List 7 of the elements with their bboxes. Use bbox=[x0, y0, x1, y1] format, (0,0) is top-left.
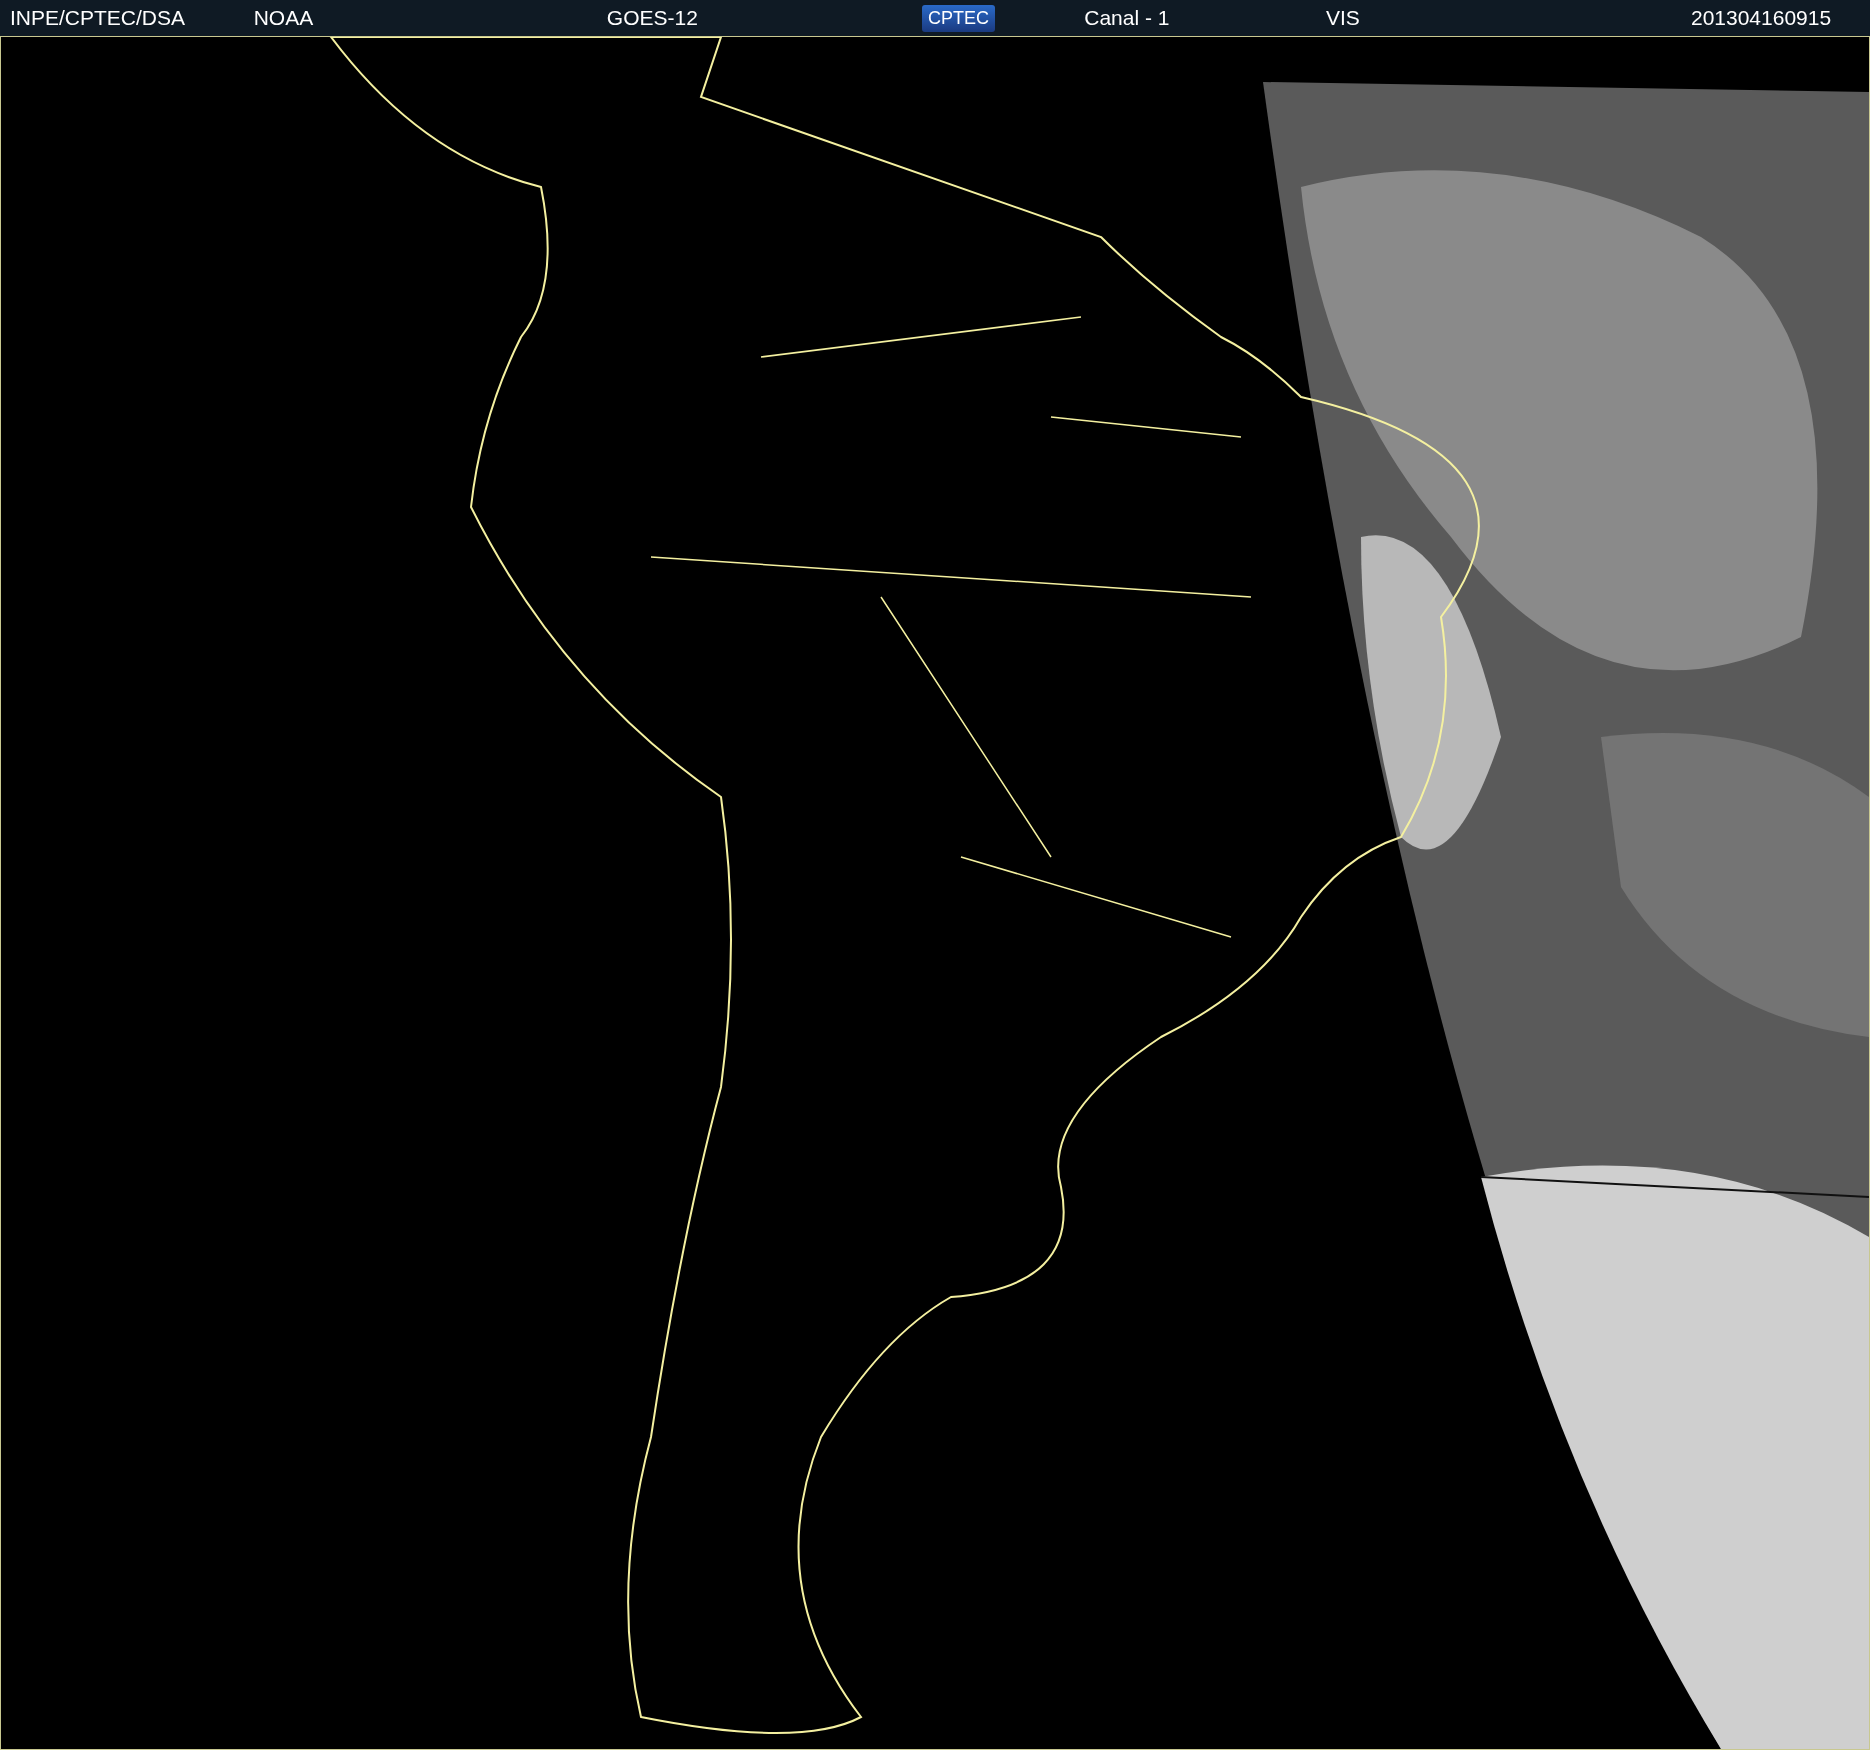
logo: CPTEC bbox=[922, 4, 996, 32]
header-label: NOAA bbox=[253, 6, 314, 30]
header-label: INPE/CPTEC/DSA bbox=[10, 6, 186, 30]
header-label: VIS bbox=[1325, 6, 1360, 30]
header-label: GOES-12 bbox=[606, 6, 698, 30]
header-label: Canal - 1 bbox=[1084, 6, 1170, 30]
header-label: 201304160915 bbox=[1690, 6, 1832, 30]
